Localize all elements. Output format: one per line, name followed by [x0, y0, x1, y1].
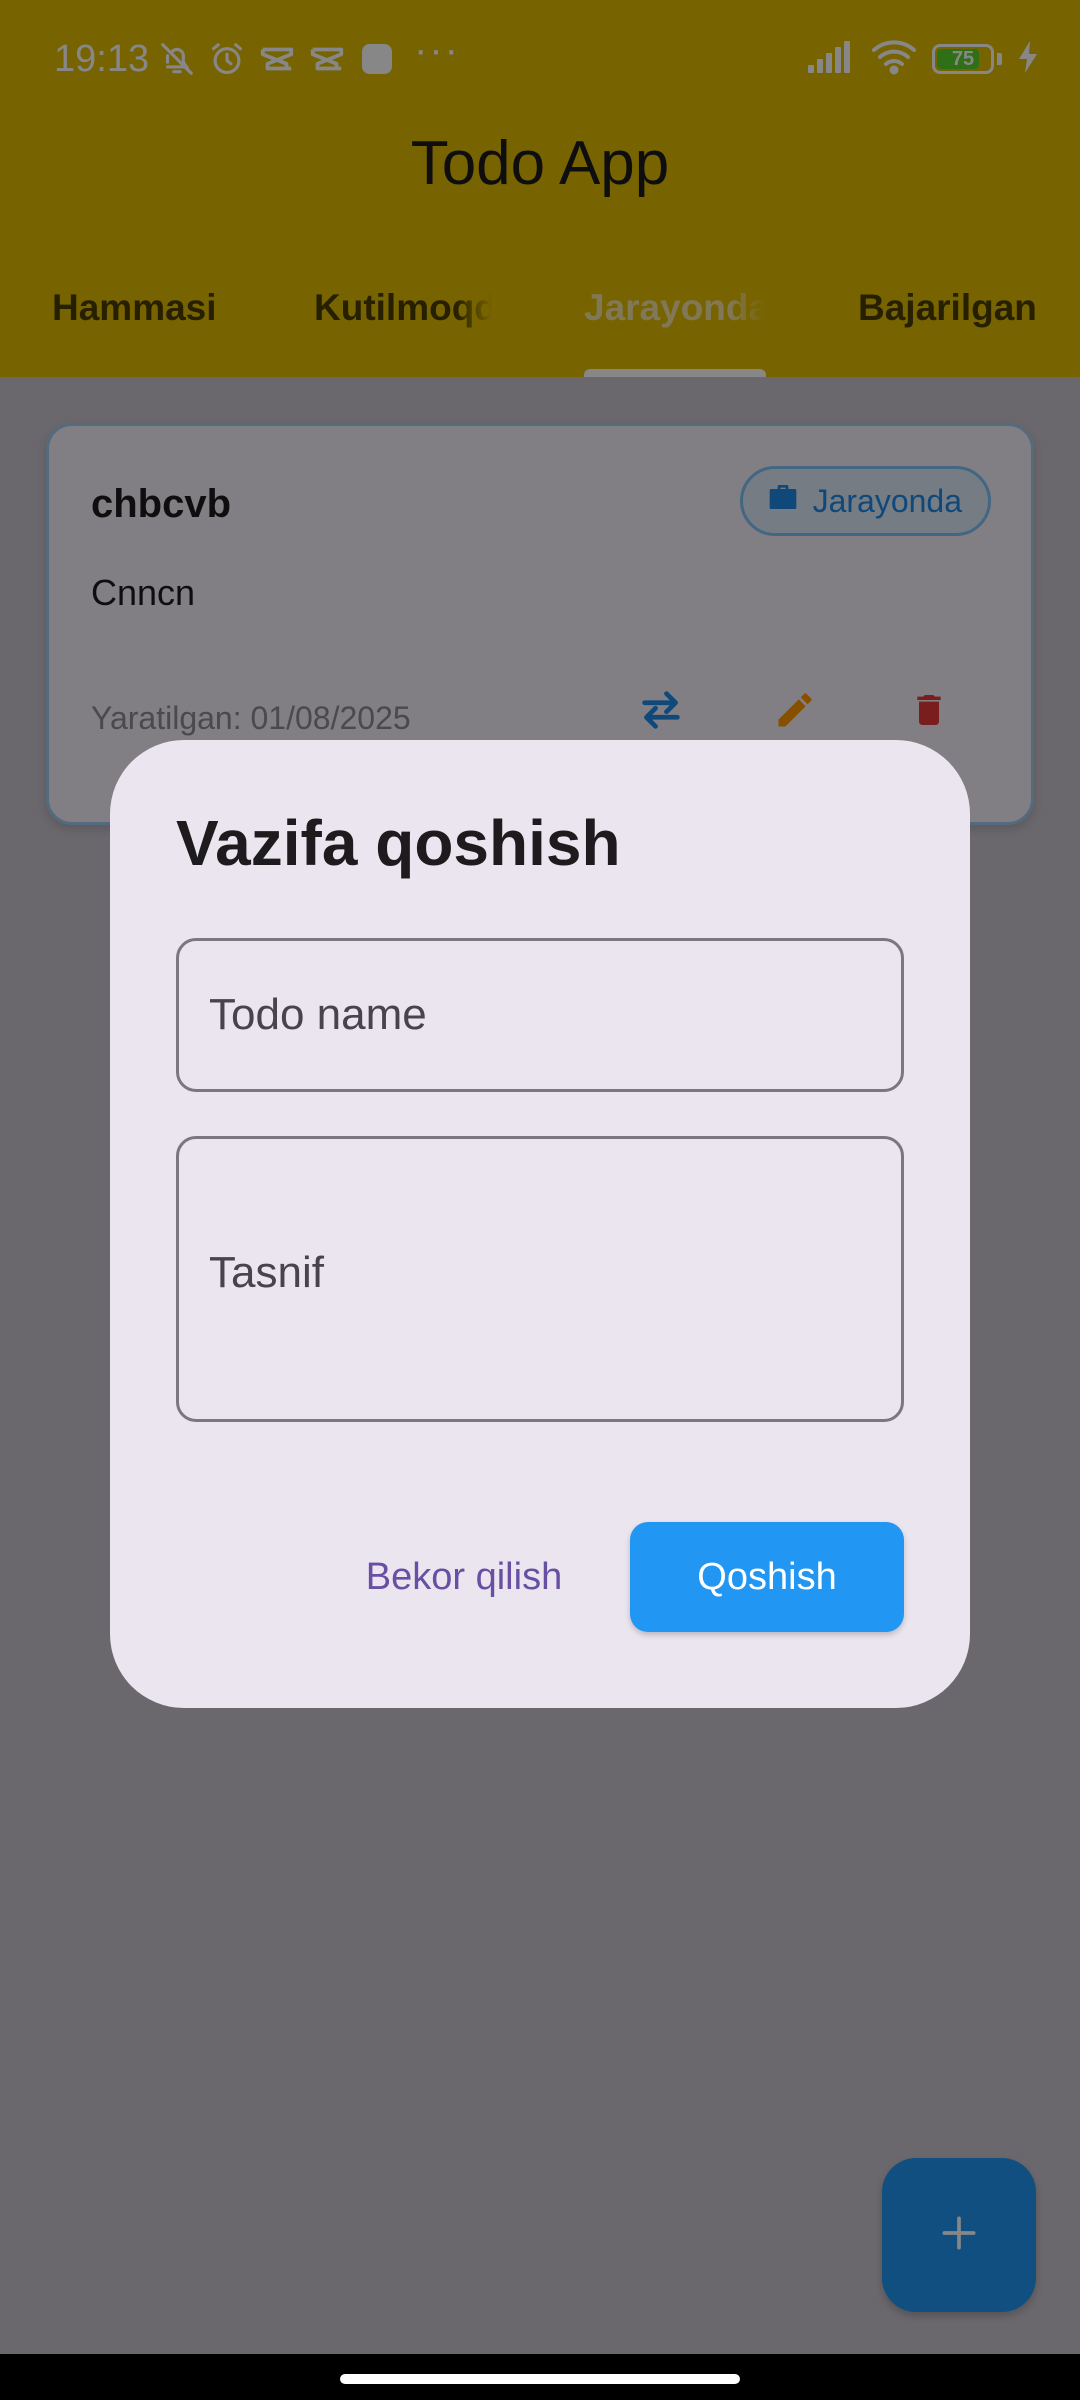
add-task-dialog: Vazifa qoshish Bekor qilish Qoshish: [110, 740, 970, 1708]
home-gesture-handle[interactable]: [340, 2374, 740, 2384]
todo-name-input[interactable]: [176, 938, 904, 1092]
description-input[interactable]: [176, 1136, 904, 1422]
cancel-button[interactable]: Bekor qilish: [346, 1522, 582, 1632]
dialog-title: Vazifa qoshish: [176, 807, 621, 879]
add-button[interactable]: Qoshish: [630, 1522, 904, 1632]
